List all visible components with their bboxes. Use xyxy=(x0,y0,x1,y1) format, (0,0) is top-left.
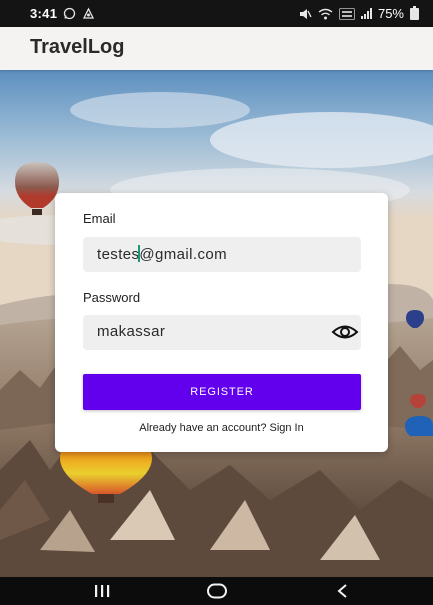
sign-in-link[interactable]: Already have an account? Sign In xyxy=(55,422,388,434)
lte-icon xyxy=(339,7,355,20)
password-label: Password xyxy=(83,290,141,305)
back-button[interactable] xyxy=(313,577,373,605)
signal-icon xyxy=(360,8,372,19)
recents-button[interactable] xyxy=(72,577,132,605)
password-field[interactable]: makassar xyxy=(83,315,361,350)
recents-icon xyxy=(95,585,110,597)
battery-icon xyxy=(410,5,419,20)
password-value: makassar xyxy=(97,323,166,340)
eye-icon[interactable] xyxy=(331,321,359,343)
home-icon xyxy=(207,583,227,599)
app-bar: TravelLog xyxy=(0,27,433,70)
register-button[interactable]: REGISTER xyxy=(83,374,361,410)
email-value: testes@gmail.com xyxy=(97,245,227,263)
register-screen: 3:41 75% TravelLog Email testes@gmail.co… xyxy=(0,0,433,605)
email-value-end: @gmail.com xyxy=(139,246,227,263)
status-left: 3:41 xyxy=(30,6,95,21)
status-bar: 3:41 75% xyxy=(0,0,433,27)
home-button[interactable] xyxy=(187,577,247,605)
notification-icon xyxy=(83,7,95,19)
email-field[interactable]: testes@gmail.com xyxy=(83,237,361,272)
battery-percent: 75% xyxy=(377,6,404,21)
email-value-start: testes xyxy=(97,246,140,263)
whatsapp-icon xyxy=(64,7,76,20)
status-time: 3:41 xyxy=(30,6,58,21)
app-title: TravelLog xyxy=(30,36,125,58)
navigation-bar xyxy=(0,577,433,605)
status-right: 75% xyxy=(299,5,419,21)
back-icon xyxy=(337,584,347,598)
email-label: Email xyxy=(83,211,116,226)
register-card: Email testes@gmail.com Password makassar… xyxy=(55,193,388,452)
wifi-icon xyxy=(318,8,333,19)
mute-icon xyxy=(299,8,312,19)
